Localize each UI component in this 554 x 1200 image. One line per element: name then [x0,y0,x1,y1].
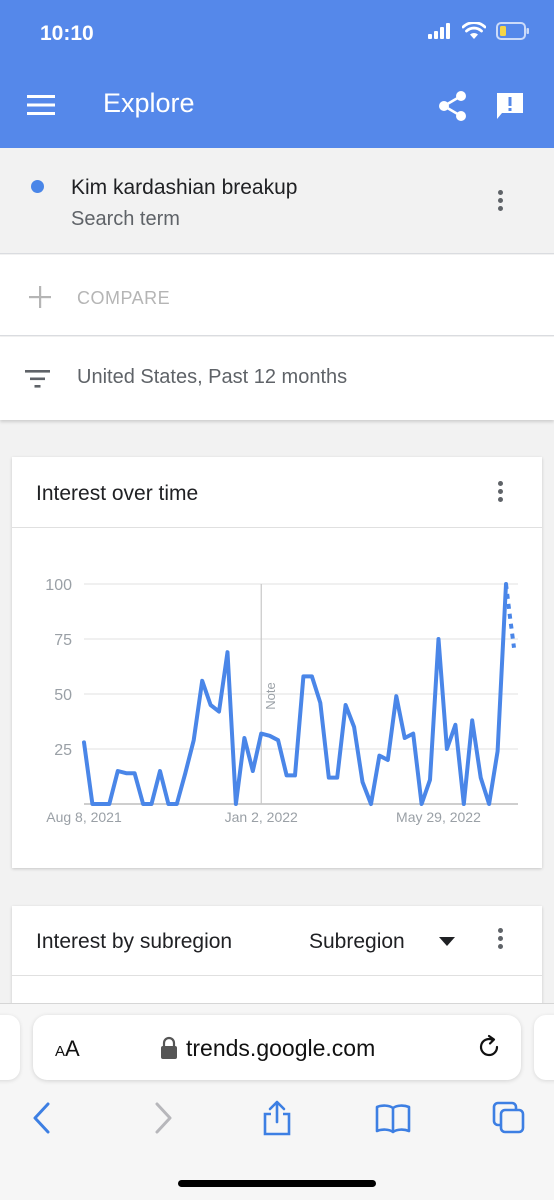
search-term-type: Search term [71,208,180,230]
x-tick-label: May 29, 2022 [396,809,481,825]
app-header: 10:10 Explore [0,0,554,148]
note-label[interactable]: Note [263,682,278,709]
search-term-row[interactable] [0,148,554,254]
subregion-dropdown-value[interactable]: Subregion [309,930,405,954]
interest-over-time-chart: Note 25 50 75 100 Aug 8, 2021 Jan 2, 2022 May… [45,577,518,825]
x-tick-label: Jan 2, 2022 [225,809,298,825]
y-tick-label: 50 [54,687,72,704]
reload-icon[interactable] [476,1034,502,1060]
bookmarks-icon[interactable] [375,1100,411,1136]
tabs-icon[interactable] [491,1100,527,1136]
share-sheet-icon[interactable] [259,1100,295,1136]
dropdown-arrow-icon[interactable] [439,937,455,946]
interest-over-time-title: Interest over time [36,482,199,505]
interest-by-subregion-title: Interest by subregion [36,930,233,953]
status-time: 10:10 [40,22,94,45]
filter-label: United States, Past 12 months [77,366,348,388]
y-tick-label: 75 [54,632,72,649]
battery-icon [496,22,529,40]
status-icons [428,22,530,40]
y-tick-label: 100 [45,577,72,594]
text-size-button[interactable]: AA [55,1036,80,1062]
compare-label: COMPARE [77,288,171,308]
forward-icon[interactable] [145,1100,181,1136]
lock-icon [161,1036,177,1059]
plus-icon [29,286,51,308]
term-more-icon[interactable] [496,190,504,216]
filter-icon [25,370,50,388]
previous-tab-pill[interactable] [0,1015,20,1080]
feedback-icon[interactable] [494,90,526,122]
interest-by-subregion-card: Interest by subregion Subregion [12,906,542,1006]
url-text: trends.google.com [186,1035,376,1061]
y-tick-label: 25 [54,742,72,759]
search-term-name: Kim kardashian breakup [71,176,298,199]
signal-icon [428,23,450,39]
next-tab-pill[interactable] [534,1015,554,1080]
menu-icon[interactable] [27,94,55,116]
card-divider [12,975,542,976]
share-icon[interactable] [438,90,468,122]
back-icon[interactable] [24,1100,60,1136]
page-title: Explore [103,88,195,118]
term-color-dot [31,180,44,193]
subregion-more-icon[interactable] [496,928,504,954]
wifi-icon [462,22,486,39]
chart-more-icon[interactable] [496,481,504,507]
x-tick-label: Aug 8, 2021 [46,809,122,825]
home-indicator [178,1180,376,1187]
